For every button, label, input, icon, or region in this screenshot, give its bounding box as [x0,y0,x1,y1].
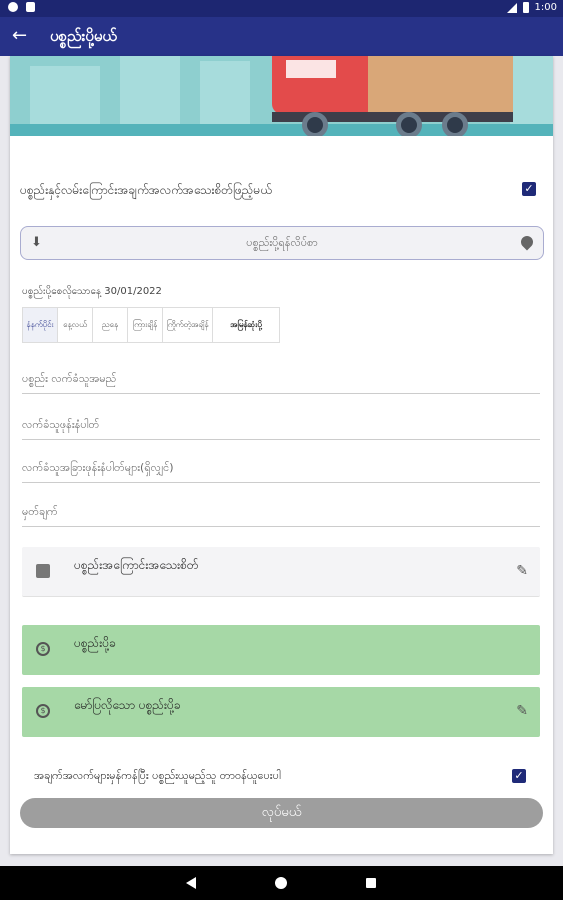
time-slot-tab[interactable]: ညနေ [93,308,128,342]
receiver-other-phones-placeholder: လက်ခံသူအခြားဖုန်းနံပါတ်များ(ရှိလျှင်) [22,461,174,474]
status-time: 1:00 [534,2,557,13]
page-title: ပစ္စည်းပို့မယ် [50,27,117,45]
requested-fee-row[interactable]: $ မော်ပြလိုသော ပစ္စည်းပို့ခ ✎ [22,687,540,737]
delivery-fee-row: $ ပစ္စည်းပို့ခ [22,625,540,675]
receiver-phone-placeholder: လက်ခံသူဖုန်းနံပါတ် [22,418,100,431]
address-input[interactable]: ⬇ ပစ္စည်းပို့ရန်လိပ်စာ [20,226,544,260]
truck-window [286,60,336,78]
edit-icon[interactable]: ✎ [516,703,528,719]
sd-card-icon [26,2,35,12]
address-placeholder: ပစ္စည်းပို့ရန်လိပ်စာ [246,236,318,249]
requested-fee-label: မော်ပြလိုသော ပစ္စည်းပို့ခ [74,698,181,712]
pickup-info-label: ပစ္စည်းနှင့်လမ်းကြောင်းအချက်အလက်အသေးစိတ်… [20,183,272,197]
arrow-back-icon[interactable]: ← [12,26,32,46]
briefcase-icon [36,564,50,578]
note-placeholder: မှတ်ချက် [22,505,58,518]
receiver-other-phones-field[interactable]: လက်ခံသူအခြားဖုန်းနံပါတ်များ(ရှိလျှင်) [22,453,540,483]
receiver-name-field[interactable]: ပစ္စည်း လက်ခံသူအမည် [22,364,540,394]
time-slot-tab[interactable]: အမြန်ဆုံးပို့ [213,308,279,342]
note-field[interactable]: မှတ်ချက် [22,497,540,527]
app-bar: ← ပစ္စည်းပို့မယ် [0,17,563,56]
delivery-fee-label: ပစ္စည်းပို့ခ [74,636,116,650]
submit-button[interactable]: လုပ်မယ် [20,798,543,828]
receiver-name-placeholder: ပစ္စည်း လက်ခံသူအမည် [22,372,117,385]
nav-home-icon[interactable] [275,877,287,889]
building-shape [30,66,100,126]
status-bar: 1:00 [0,0,563,17]
time-slot-tab[interactable]: ကြိုက်တဲ့အချိန် [163,308,213,342]
truck-wheel [302,112,328,136]
truck-wheel [442,112,468,136]
ground-shape [10,124,553,136]
building-shape [510,56,553,126]
confirm-label: အချက်အလက်များမှန်ကန်ပြီး ပစ္စည်းယူမည့်သူ… [34,769,281,782]
nav-back-icon[interactable] [186,877,196,889]
receiver-phone-field[interactable]: လက်ခံသူဖုန်းနံပါတ် [22,410,540,440]
truck-banner [10,56,553,136]
signal-icon [506,2,517,13]
pickup-info-row[interactable]: ပစ္စည်းနှင့်လမ်းကြောင်းအချက်အလက်အသေးစိတ်… [20,180,540,200]
item-details-label: ပစ္စည်းအကြောင်းအသေးစိတ် [74,558,199,572]
building-shape [120,56,180,126]
truck-cargo-box [360,56,513,114]
time-slot-tabs: နံနက်ပိုင်း နေ့လယ် ညနေ ကြားချိန် ကြိုက်တ… [22,307,280,343]
confirm-checkbox[interactable]: ✓ [512,769,526,783]
confirm-row[interactable]: အချက်အလက်များမှန်ကန်ပြီး ပစ္စည်းယူမည့်သူ… [34,766,530,786]
time-slot-tab[interactable]: ကြားချိန် [128,308,163,342]
pickup-info-checkbox[interactable]: ✓ [522,182,536,196]
time-slot-tab[interactable]: နေ့လယ် [58,308,93,342]
building-shape [200,61,250,126]
status-icons-right: 1:00 [506,2,557,13]
settings-icon [8,2,18,12]
battery-icon [522,2,529,13]
item-details-row[interactable]: ပစ္စည်းအကြောင်းအသေးစိတ် ✎ [22,547,540,597]
system-nav-bar [0,866,563,900]
delivery-date-label[interactable]: ပစ္စည်းပို့စေလိုသောနေ့ 30/01/2022 [22,284,162,299]
coin-icon: $ [36,642,50,656]
truck-wheel [396,112,422,136]
status-icons-left [8,2,35,12]
coin-icon: $ [36,704,50,718]
nav-recent-apps-icon[interactable] [366,878,376,888]
edit-icon[interactable]: ✎ [516,563,528,579]
time-slot-tab[interactable]: နံနက်ပိုင်း [23,308,58,342]
